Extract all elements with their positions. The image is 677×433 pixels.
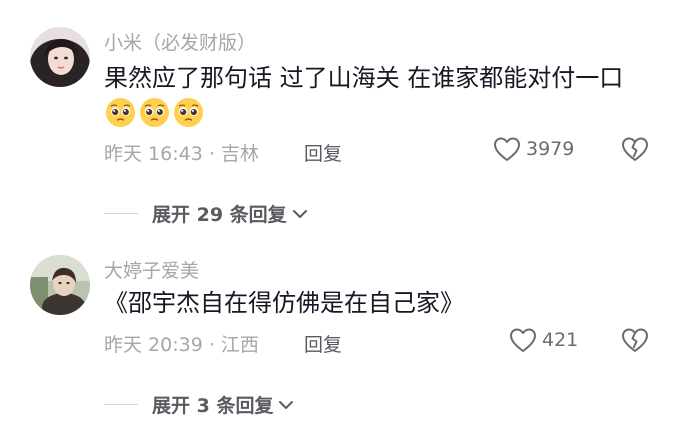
reply-button[interactable]: 回复 bbox=[304, 330, 342, 357]
comment-time-location: 昨天 20:39 · 江西 bbox=[104, 334, 259, 356]
comment-username[interactable]: 小米（必发财版） bbox=[104, 28, 256, 55]
expand-replies-label: 展开 3 条回复 bbox=[152, 395, 274, 417]
like-button[interactable]: 3979 bbox=[492, 135, 574, 163]
comment-text-content: 果然应了那句话 过了山海关 在谁家都能对付一口 bbox=[104, 64, 624, 92]
expand-replies-button[interactable]: 展开 29 条回复 bbox=[104, 200, 309, 227]
chevron-down-icon bbox=[279, 400, 294, 409]
pleading-face-icon bbox=[139, 97, 170, 127]
broken-heart-icon[interactable] bbox=[620, 326, 650, 354]
heart-icon bbox=[494, 137, 520, 161]
comment-list: 小米（必发财版） 果然应了那句话 过了山海关 在谁家都能对付一口 昨天 16:4… bbox=[0, 0, 677, 433]
like-button[interactable]: 421 bbox=[508, 326, 578, 354]
expand-replies-button[interactable]: 展开 3 条回复 bbox=[104, 391, 295, 418]
divider bbox=[104, 404, 138, 405]
like-count: 3979 bbox=[526, 138, 575, 160]
like-count: 421 bbox=[542, 329, 579, 351]
divider bbox=[104, 213, 138, 214]
heart-icon bbox=[510, 328, 536, 352]
avatar[interactable] bbox=[30, 255, 90, 315]
comment-text: 果然应了那句话 过了山海关 在谁家都能对付一口 bbox=[104, 60, 654, 132]
pleading-face-icon bbox=[105, 97, 136, 127]
comment-time-location: 昨天 16:43 · 吉林 bbox=[104, 143, 259, 165]
expand-replies-label: 展开 29 条回复 bbox=[152, 204, 287, 226]
chevron-down-icon bbox=[292, 209, 307, 218]
reply-button[interactable]: 回复 bbox=[304, 139, 342, 166]
emoji-group bbox=[105, 97, 204, 128]
comment-text-content: 《邵宇杰自在得仿佛是在自己家》 bbox=[104, 289, 464, 317]
pleading-face-icon bbox=[173, 97, 204, 127]
comment-username[interactable]: 大婷子爱美 bbox=[104, 256, 199, 283]
broken-heart-icon[interactable] bbox=[620, 135, 650, 163]
avatar[interactable] bbox=[30, 27, 90, 87]
comment-text: 《邵宇杰自在得仿佛是在自己家》 bbox=[104, 285, 654, 321]
